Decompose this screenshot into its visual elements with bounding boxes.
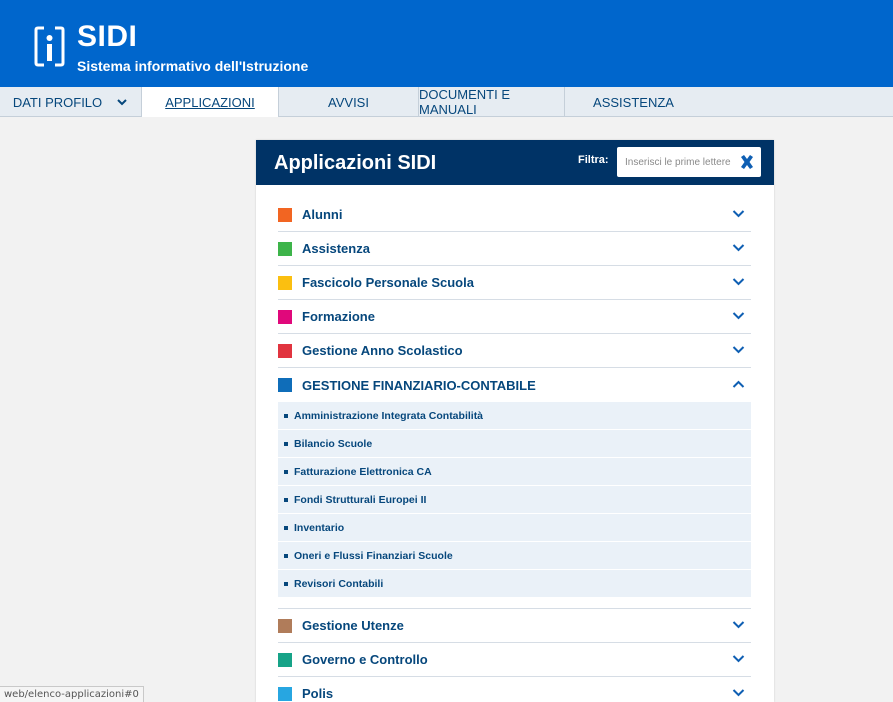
list-item[interactable]: Revisori Contabili (278, 570, 751, 598)
panel-header: Applicazioni SIDI Filtra: (256, 140, 774, 185)
category-label: Gestione Anno Scolastico (302, 343, 463, 358)
sub-item-label: Fatturazione Elettronica CA (294, 465, 432, 478)
panel-title: Applicazioni SIDI (274, 152, 437, 174)
bullet-icon (284, 581, 288, 586)
category-color-swatch (278, 378, 292, 392)
list-item[interactable]: Bilancio Scuole (278, 430, 751, 458)
chevron-down-icon[interactable] (732, 688, 745, 698)
category-sublist: Amministrazione Integrata Contabilità Bi… (278, 402, 751, 609)
list-item[interactable]: Inventario (278, 514, 751, 542)
category-label: Gestione Utenze (302, 618, 404, 633)
category-label: Formazione (302, 309, 375, 324)
nav-applicazioni[interactable]: APPLICAZIONI (142, 87, 279, 117)
category-color-swatch (278, 652, 292, 667)
bullet-icon (284, 441, 288, 446)
clear-filter-icon[interactable] (739, 154, 755, 170)
category-color-swatch (278, 618, 292, 633)
category-gestione-anno-scolastico[interactable]: Gestione Anno Scolastico (278, 334, 751, 368)
nav-label: AVVISI (328, 94, 369, 110)
category-color-swatch (278, 309, 292, 324)
bullet-icon (284, 413, 288, 418)
bullet-icon (284, 553, 288, 558)
category-label: Governo e Controllo (302, 652, 428, 667)
nav-dati-profilo[interactable]: DATI PROFILO (0, 87, 142, 117)
category-label: Assistenza (302, 241, 370, 256)
brand-subtitle: Sistema informativo dell'Istruzione (77, 58, 309, 74)
nav-assistenza[interactable]: ASSISTENZA (565, 87, 702, 117)
nav-documenti-manuali[interactable]: DOCUMENTI E MANUALI (419, 87, 565, 117)
category-polis[interactable]: Polis (278, 677, 751, 702)
category-gestione-finanziario-contabile[interactable]: GESTIONE FINANZIARIO-CONTABILE (278, 368, 751, 402)
list-item[interactable]: Fondi Strutturali Europei II (278, 486, 751, 514)
filter-box (617, 147, 761, 177)
category-color-swatch (278, 686, 292, 701)
filter-input[interactable] (625, 155, 733, 169)
status-bar-url: web/elenco-applicazioni#0 (0, 686, 144, 702)
category-label: Polis (302, 686, 334, 701)
sub-item-label: Bilancio Scuole (294, 437, 373, 450)
site-header: SIDI Sistema informativo dell'Istruzione (0, 0, 893, 87)
category-list: Alunni Assistenza Fascicolo Personale Sc… (278, 198, 751, 702)
category-fascicolo-personale-scuola[interactable]: Fascicolo Personale Scuola (278, 266, 751, 300)
chevron-up-icon[interactable] (732, 379, 745, 389)
list-item[interactable]: Fatturazione Elettronica CA (278, 458, 751, 486)
category-alunni[interactable]: Alunni (278, 198, 751, 232)
sub-item-label: Inventario (294, 521, 345, 534)
brand[interactable]: SIDI Sistema informativo dell'Istruzione (77, 20, 309, 75)
category-label: Alunni (302, 207, 343, 222)
chevron-down-icon[interactable] (732, 345, 745, 355)
category-color-swatch (278, 275, 292, 290)
category-assistenza[interactable]: Assistenza (278, 232, 751, 266)
filter-label: Filtra: (578, 154, 609, 166)
category-label: GESTIONE FINANZIARIO-CONTABILE (302, 377, 536, 393)
sub-item-label: Amministrazione Integrata Contabilità (294, 409, 484, 422)
chevron-down-icon[interactable] (732, 311, 745, 321)
bullet-icon (284, 497, 288, 502)
sub-item-label: Revisori Contabili (294, 577, 384, 590)
category-color-swatch (278, 241, 292, 256)
chevron-down-icon (117, 99, 127, 106)
category-gestione-utenze[interactable]: Gestione Utenze (278, 609, 751, 643)
category-label: Fascicolo Personale Scuola (302, 275, 474, 290)
category-formazione[interactable]: Formazione (278, 300, 751, 334)
nav-label: DATI PROFILO (12, 94, 103, 110)
chevron-down-icon[interactable] (732, 620, 745, 630)
sidi-logo-icon[interactable] (34, 24, 65, 69)
list-item[interactable]: Oneri e Flussi Finanziari Scuole (278, 542, 751, 570)
bullet-icon (284, 525, 288, 530)
main-nav: DATI PROFILO APPLICAZIONI AVVISI DOCUMEN… (0, 87, 893, 117)
chevron-down-icon[interactable] (732, 243, 745, 253)
sublist-spacer (278, 598, 751, 608)
category-color-swatch (278, 207, 292, 222)
brand-name: SIDI (77, 20, 138, 53)
category-color-swatch (278, 343, 292, 358)
nav-label: DOCUMENTI E MANUALI (419, 87, 510, 117)
chevron-down-icon[interactable] (732, 654, 745, 664)
list-item[interactable]: Amministrazione Integrata Contabilità (278, 402, 751, 430)
bullet-icon (284, 469, 288, 474)
nav-label: APPLICAZIONI (165, 94, 255, 110)
sub-item-label: Oneri e Flussi Finanziari Scuole (294, 549, 453, 562)
applications-panel: Applicazioni SIDI Filtra: Alunni Assiste… (256, 140, 774, 702)
category-governo-controllo[interactable]: Governo e Controllo (278, 643, 751, 677)
chevron-down-icon[interactable] (732, 209, 745, 219)
sub-item-label: Fondi Strutturali Europei II (294, 493, 427, 506)
nav-avvisi[interactable]: AVVISI (279, 87, 419, 117)
nav-label: ASSISTENZA (593, 94, 674, 110)
chevron-down-icon[interactable] (732, 277, 745, 287)
